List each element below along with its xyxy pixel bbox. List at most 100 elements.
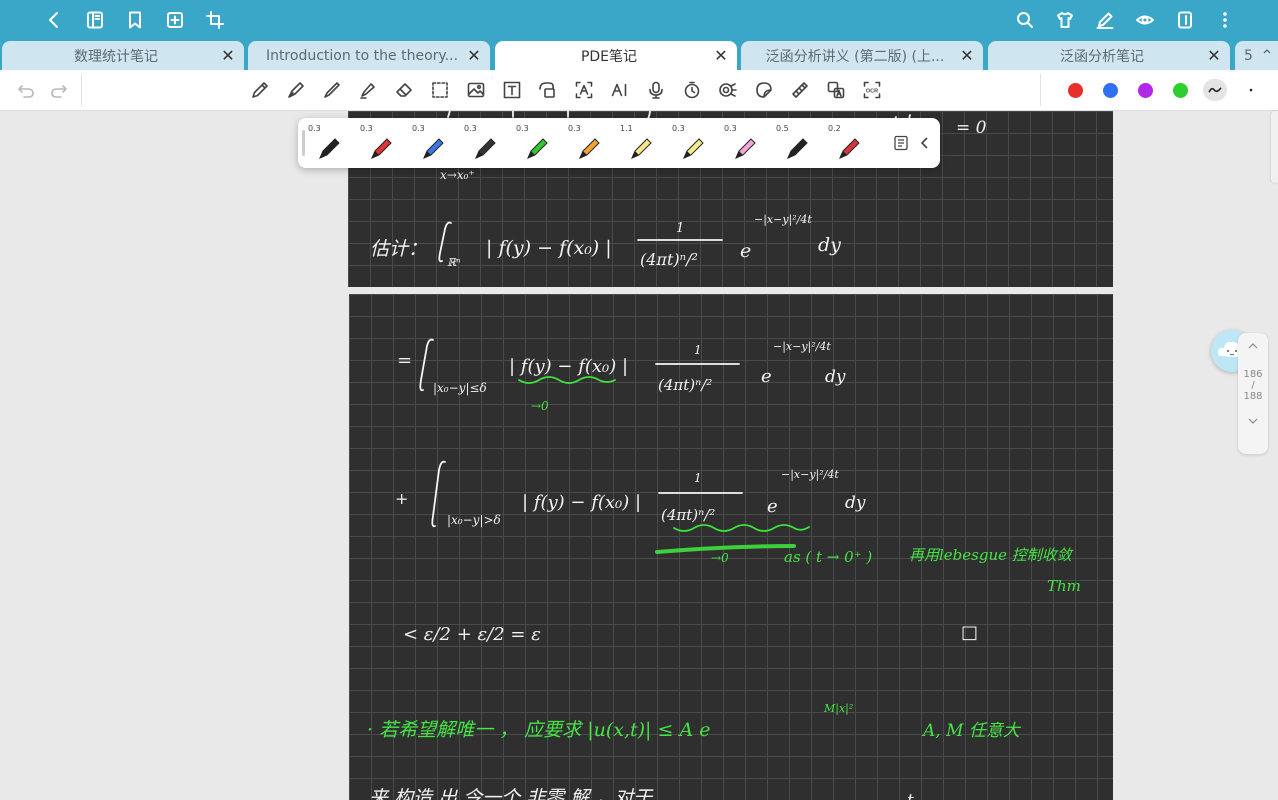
line2-exp-sup: −|x−y|²/4t <box>781 468 839 482</box>
text-box-icon[interactable] <box>500 78 524 102</box>
pen-preset-8[interactable]: 0.3 <box>672 122 712 166</box>
pen-preset-2[interactable]: 0.3 <box>360 122 400 166</box>
microphone-icon[interactable] <box>644 78 668 102</box>
read-mode-eye-icon[interactable] <box>1133 8 1157 32</box>
pen-tool-icon[interactable] <box>248 78 272 102</box>
color-swatch-red[interactable] <box>1068 83 1083 98</box>
line1-exp-base: e <box>761 366 772 387</box>
tab-label: 泛函分析笔记 <box>1060 48 1144 65</box>
handwriting-layer: = |x₀−y|≤δ | f(y) − f(x₀) | →0 1 (4πt)ⁿ/… <box>367 338 1081 800</box>
color-swatch-purple[interactable] <box>1138 83 1153 98</box>
ocr-icon[interactable]: OCR <box>860 78 884 102</box>
theme-shirt-icon[interactable] <box>1053 8 1077 32</box>
pen-size-label: 0.3 <box>412 124 425 133</box>
color-swatch-blue[interactable] <box>1103 83 1118 98</box>
pen-preset-1[interactable]: 0.3 <box>308 122 348 166</box>
tab-stats-notes[interactable]: 数理统计笔记 ✕ <box>2 41 244 70</box>
highlighter-icon[interactable] <box>356 78 380 102</box>
app-top-bar <box>0 0 1278 40</box>
pen-preset-3[interactable]: 0.3 <box>412 122 452 166</box>
integrand: | f(y) − f(x₀) | <box>486 237 612 259</box>
line1-integrand: | f(y) − f(x₀) | <box>509 356 628 377</box>
color-swatch-green[interactable] <box>1173 83 1188 98</box>
undo-icon[interactable] <box>14 78 38 102</box>
bottom-t: t <box>907 791 914 800</box>
close-icon[interactable]: ✕ <box>218 46 238 65</box>
dy-text: dy <box>818 234 841 256</box>
stroke-style-icon[interactable] <box>1203 79 1227 101</box>
lasso-select-icon[interactable] <box>428 78 452 102</box>
redo-icon[interactable] <box>47 78 71 102</box>
add-page-icon[interactable] <box>163 8 187 32</box>
sticker-icon[interactable] <box>752 78 776 102</box>
more-dot-icon[interactable] <box>1239 78 1263 102</box>
pen-size-label: 0.5 <box>776 124 789 133</box>
eraser-icon[interactable] <box>392 78 416 102</box>
uniqueness-line: · 若希望解唯一 ， 应要求 |u(x,t)| ≤ A e <box>367 719 710 741</box>
pen-icon <box>475 138 496 159</box>
notebook-icon[interactable] <box>83 8 107 32</box>
pen-preset-4[interactable]: 0.3 <box>464 122 504 166</box>
pen-preset-10[interactable]: 0.5 <box>776 122 816 166</box>
tab-intro-theory[interactable]: Introduction to the theory... ✕ <box>248 41 490 70</box>
ai-icon[interactable] <box>608 78 632 102</box>
pen-preset-6[interactable]: 0.3 <box>568 122 608 166</box>
close-icon[interactable]: ✕ <box>1204 46 1224 65</box>
collapse-palette-chevron-icon[interactable] <box>916 134 934 152</box>
pen-size-label: 0.3 <box>724 124 737 133</box>
shape-icon[interactable] <box>535 78 559 102</box>
back-icon[interactable] <box>42 8 66 32</box>
pen-mode-icon[interactable] <box>1093 8 1117 32</box>
line2-dy: dy <box>845 493 866 513</box>
epsilon-line: < ε/2 + ε/2 = ε <box>403 624 541 645</box>
pen-icon <box>527 138 548 159</box>
ballpoint-pen-icon[interactable] <box>320 78 344 102</box>
tab-functional-analysis-lecture[interactable]: 泛函分析讲义 (第二版) (上... ✕ <box>741 41 983 70</box>
line1-exp-sup: −|x−y|²/4t <box>773 340 831 354</box>
layout-icon[interactable] <box>1173 8 1197 32</box>
translate-icon[interactable] <box>824 78 848 102</box>
timer-icon[interactable] <box>680 78 704 102</box>
image-icon[interactable] <box>464 78 488 102</box>
text-recognition-icon[interactable] <box>572 78 596 102</box>
note-canvas[interactable]: x→x₀⁺ = 0 估计： ℝⁿ | f(y) − f(x₀) | 1 (4πt… <box>0 111 1278 800</box>
pen-preset-11[interactable]: 0.2 <box>828 122 868 166</box>
page-indicator: 186 / 188 <box>1238 333 1268 454</box>
pen-size-label: 1.1 <box>620 124 633 133</box>
crop-icon[interactable] <box>203 8 227 32</box>
pen-preset-5[interactable]: 0.3 <box>516 122 556 166</box>
palette-drag-handle[interactable] <box>302 130 305 156</box>
note-page-main[interactable]: = |x₀−y|≤δ | f(y) − f(x₀) | →0 1 (4πt)ⁿ/… <box>349 294 1113 800</box>
svg-text:+: + <box>395 489 408 508</box>
close-icon[interactable]: ✕ <box>957 46 977 65</box>
page-down-chevron-icon[interactable] <box>1238 408 1268 434</box>
line1-kernel-den: (4πt)ⁿ/² <box>658 376 712 394</box>
search-icon[interactable] <box>1013 8 1037 32</box>
tab-label: Introduction to the theory... <box>265 47 459 64</box>
tab-pde-notes[interactable]: PDE笔记 ✕ <box>495 41 737 70</box>
pen-settings-icon[interactable] <box>892 134 910 152</box>
ruler-icon[interactable] <box>788 78 812 102</box>
more-vertical-icon[interactable] <box>1213 8 1237 32</box>
page-up-chevron-icon[interactable] <box>1238 333 1268 359</box>
close-icon[interactable]: ✕ <box>464 46 484 65</box>
pen-size-label: 0.3 <box>516 124 529 133</box>
close-icon[interactable]: ✕ <box>711 46 731 65</box>
estimate-label: 估计： <box>370 238 427 260</box>
pen-size-label: 0.3 <box>568 124 581 133</box>
pen-preset-7[interactable]: 1.1 <box>620 122 660 166</box>
bookmark-icon[interactable] <box>123 8 147 32</box>
pen-icon <box>787 138 808 159</box>
tab-count: 5 <box>1244 47 1253 64</box>
qed-box: □ <box>961 622 978 643</box>
fountain-pen-icon[interactable] <box>284 78 308 102</box>
tab-functional-analysis-notes[interactable]: 泛函分析笔记 ✕ <box>988 41 1230 70</box>
pen-preset-9[interactable]: 0.3 <box>724 122 764 166</box>
laser-pointer-icon[interactable] <box>716 78 740 102</box>
lebesgue-note: 再用lebesgue 控制收敛 <box>909 546 1074 564</box>
pen-icon <box>319 138 340 159</box>
line1-subscript: |x₀−y|≤δ <box>433 381 487 395</box>
tab-count-button[interactable]: 5 <box>1235 41 1278 70</box>
pen-icon <box>683 138 704 159</box>
scroll-handle[interactable] <box>1271 111 1278 183</box>
